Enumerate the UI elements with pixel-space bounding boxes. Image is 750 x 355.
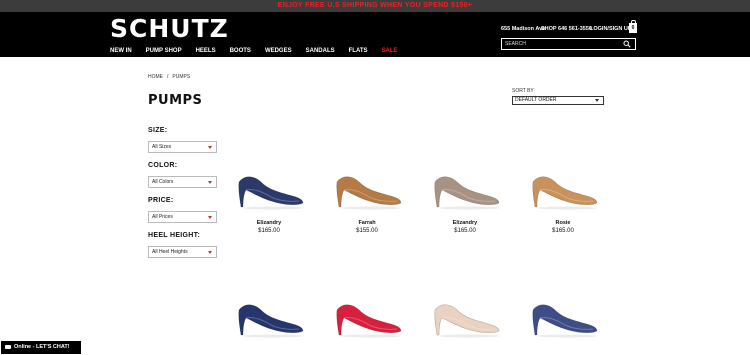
shoe-image[interactable]: [429, 160, 501, 210]
chevron-down-icon: [208, 251, 212, 254]
product-name[interactable]: Rosie: [523, 220, 603, 227]
nav-flats[interactable]: FLATS: [349, 47, 368, 55]
chat-bubble-icon: [5, 345, 11, 349]
filter-size-value: All Sizes: [152, 144, 172, 150]
product-card[interactable]: Farrah $155.00: [327, 160, 407, 235]
nav-boots[interactable]: BOOTS: [230, 47, 251, 55]
main-nav: NEW IN PUMP SHOP HEELS BOOTS WEDGES SAND…: [110, 47, 412, 55]
shoe-image[interactable]: [429, 288, 501, 338]
product-card[interactable]: [327, 288, 407, 338]
product-card[interactable]: [523, 288, 603, 338]
product-card[interactable]: Elizandry $165.00: [229, 160, 309, 235]
chevron-down-icon: [595, 99, 599, 102]
filter-price-value: All Prices: [152, 214, 173, 220]
filter-size-label: SIZE:: [148, 127, 168, 134]
sort-label: SORT BY: [512, 88, 534, 94]
product-card[interactable]: [425, 288, 505, 338]
filter-heel-height-label: HEEL HEIGHT:: [148, 232, 201, 239]
product-card[interactable]: Rosie $165.00: [523, 160, 603, 235]
store-phone[interactable]: SHOP 646 561-3550: [541, 26, 592, 33]
nav-sale[interactable]: SALE: [382, 47, 398, 55]
shoe-image[interactable]: [527, 160, 599, 210]
product-price: $165.00: [454, 228, 476, 234]
live-chat-button[interactable]: Online - LET'S CHAT!: [1, 341, 81, 354]
filter-size-select[interactable]: All Sizes: [148, 141, 217, 153]
filter-price-select[interactable]: All Prices: [148, 211, 217, 223]
product-price: $155.00: [356, 228, 378, 234]
shoe-image[interactable]: [331, 160, 403, 210]
filter-color-value: All Colors: [152, 179, 174, 185]
search-placeholder: SEARCH: [505, 41, 526, 47]
bag-count: 0: [631, 25, 635, 31]
shoe-image[interactable]: [233, 288, 305, 338]
breadcrumb-home[interactable]: HOME: [148, 74, 163, 80]
product-name[interactable]: Elizandry: [229, 220, 309, 227]
page-title: PUMPS: [148, 93, 203, 108]
nav-sandals[interactable]: SANDALS: [306, 47, 335, 55]
nav-pump-shop[interactable]: PUMP SHOP: [146, 47, 182, 55]
product-price: $165.00: [552, 228, 574, 234]
chevron-down-icon: [208, 216, 212, 219]
nav-wedges[interactable]: WEDGES: [265, 47, 292, 55]
product-price: $165.00: [258, 228, 280, 234]
nav-heels[interactable]: HEELS: [196, 47, 216, 55]
shoe-image[interactable]: [527, 288, 599, 338]
product-name[interactable]: Elizandry: [425, 220, 505, 227]
chat-label: Online - LET'S CHAT!: [14, 344, 70, 350]
login-link[interactable]: LOGIN/SIGN UP: [590, 26, 632, 33]
filter-color-label: COLOR:: [148, 162, 178, 169]
filter-price-label: PRICE:: [148, 197, 174, 204]
sort-value: DEFAULT ORDER: [515, 97, 557, 103]
sort-select[interactable]: DEFAULT ORDER: [512, 96, 604, 105]
shopping-bag-icon[interactable]: 0: [629, 20, 637, 33]
breadcrumb-separator: /: [167, 74, 169, 80]
logo[interactable]: SCHUTZ: [110, 15, 229, 43]
search-input[interactable]: SEARCH: [501, 38, 636, 50]
site-header: SCHUTZ 655 Madison Ave SHOP 646 561-3550…: [0, 12, 750, 57]
shoe-image[interactable]: [331, 288, 403, 338]
search-icon[interactable]: [623, 40, 631, 48]
product-card[interactable]: Elizandry $165.00: [425, 160, 505, 235]
nav-new-in[interactable]: NEW IN: [110, 47, 132, 55]
product-card[interactable]: [229, 288, 309, 338]
shoe-image[interactable]: [233, 160, 305, 210]
chevron-down-icon: [208, 146, 212, 149]
store-address[interactable]: 655 Madison Ave: [501, 26, 545, 33]
filter-color-select[interactable]: All Colors: [148, 176, 217, 188]
promo-banner: ENJOY FREE U.S SHIPPING WHEN YOU SPEND $…: [0, 0, 750, 12]
product-name[interactable]: Farrah: [327, 220, 407, 227]
breadcrumb: HOME / PUMPS: [148, 74, 194, 80]
breadcrumb-current: PUMPS: [172, 74, 191, 80]
chevron-down-icon: [208, 181, 212, 184]
filter-heel-height-select[interactable]: All Heel Heights: [148, 246, 217, 258]
filter-heel-height-value: All Heel Heights: [152, 249, 188, 255]
